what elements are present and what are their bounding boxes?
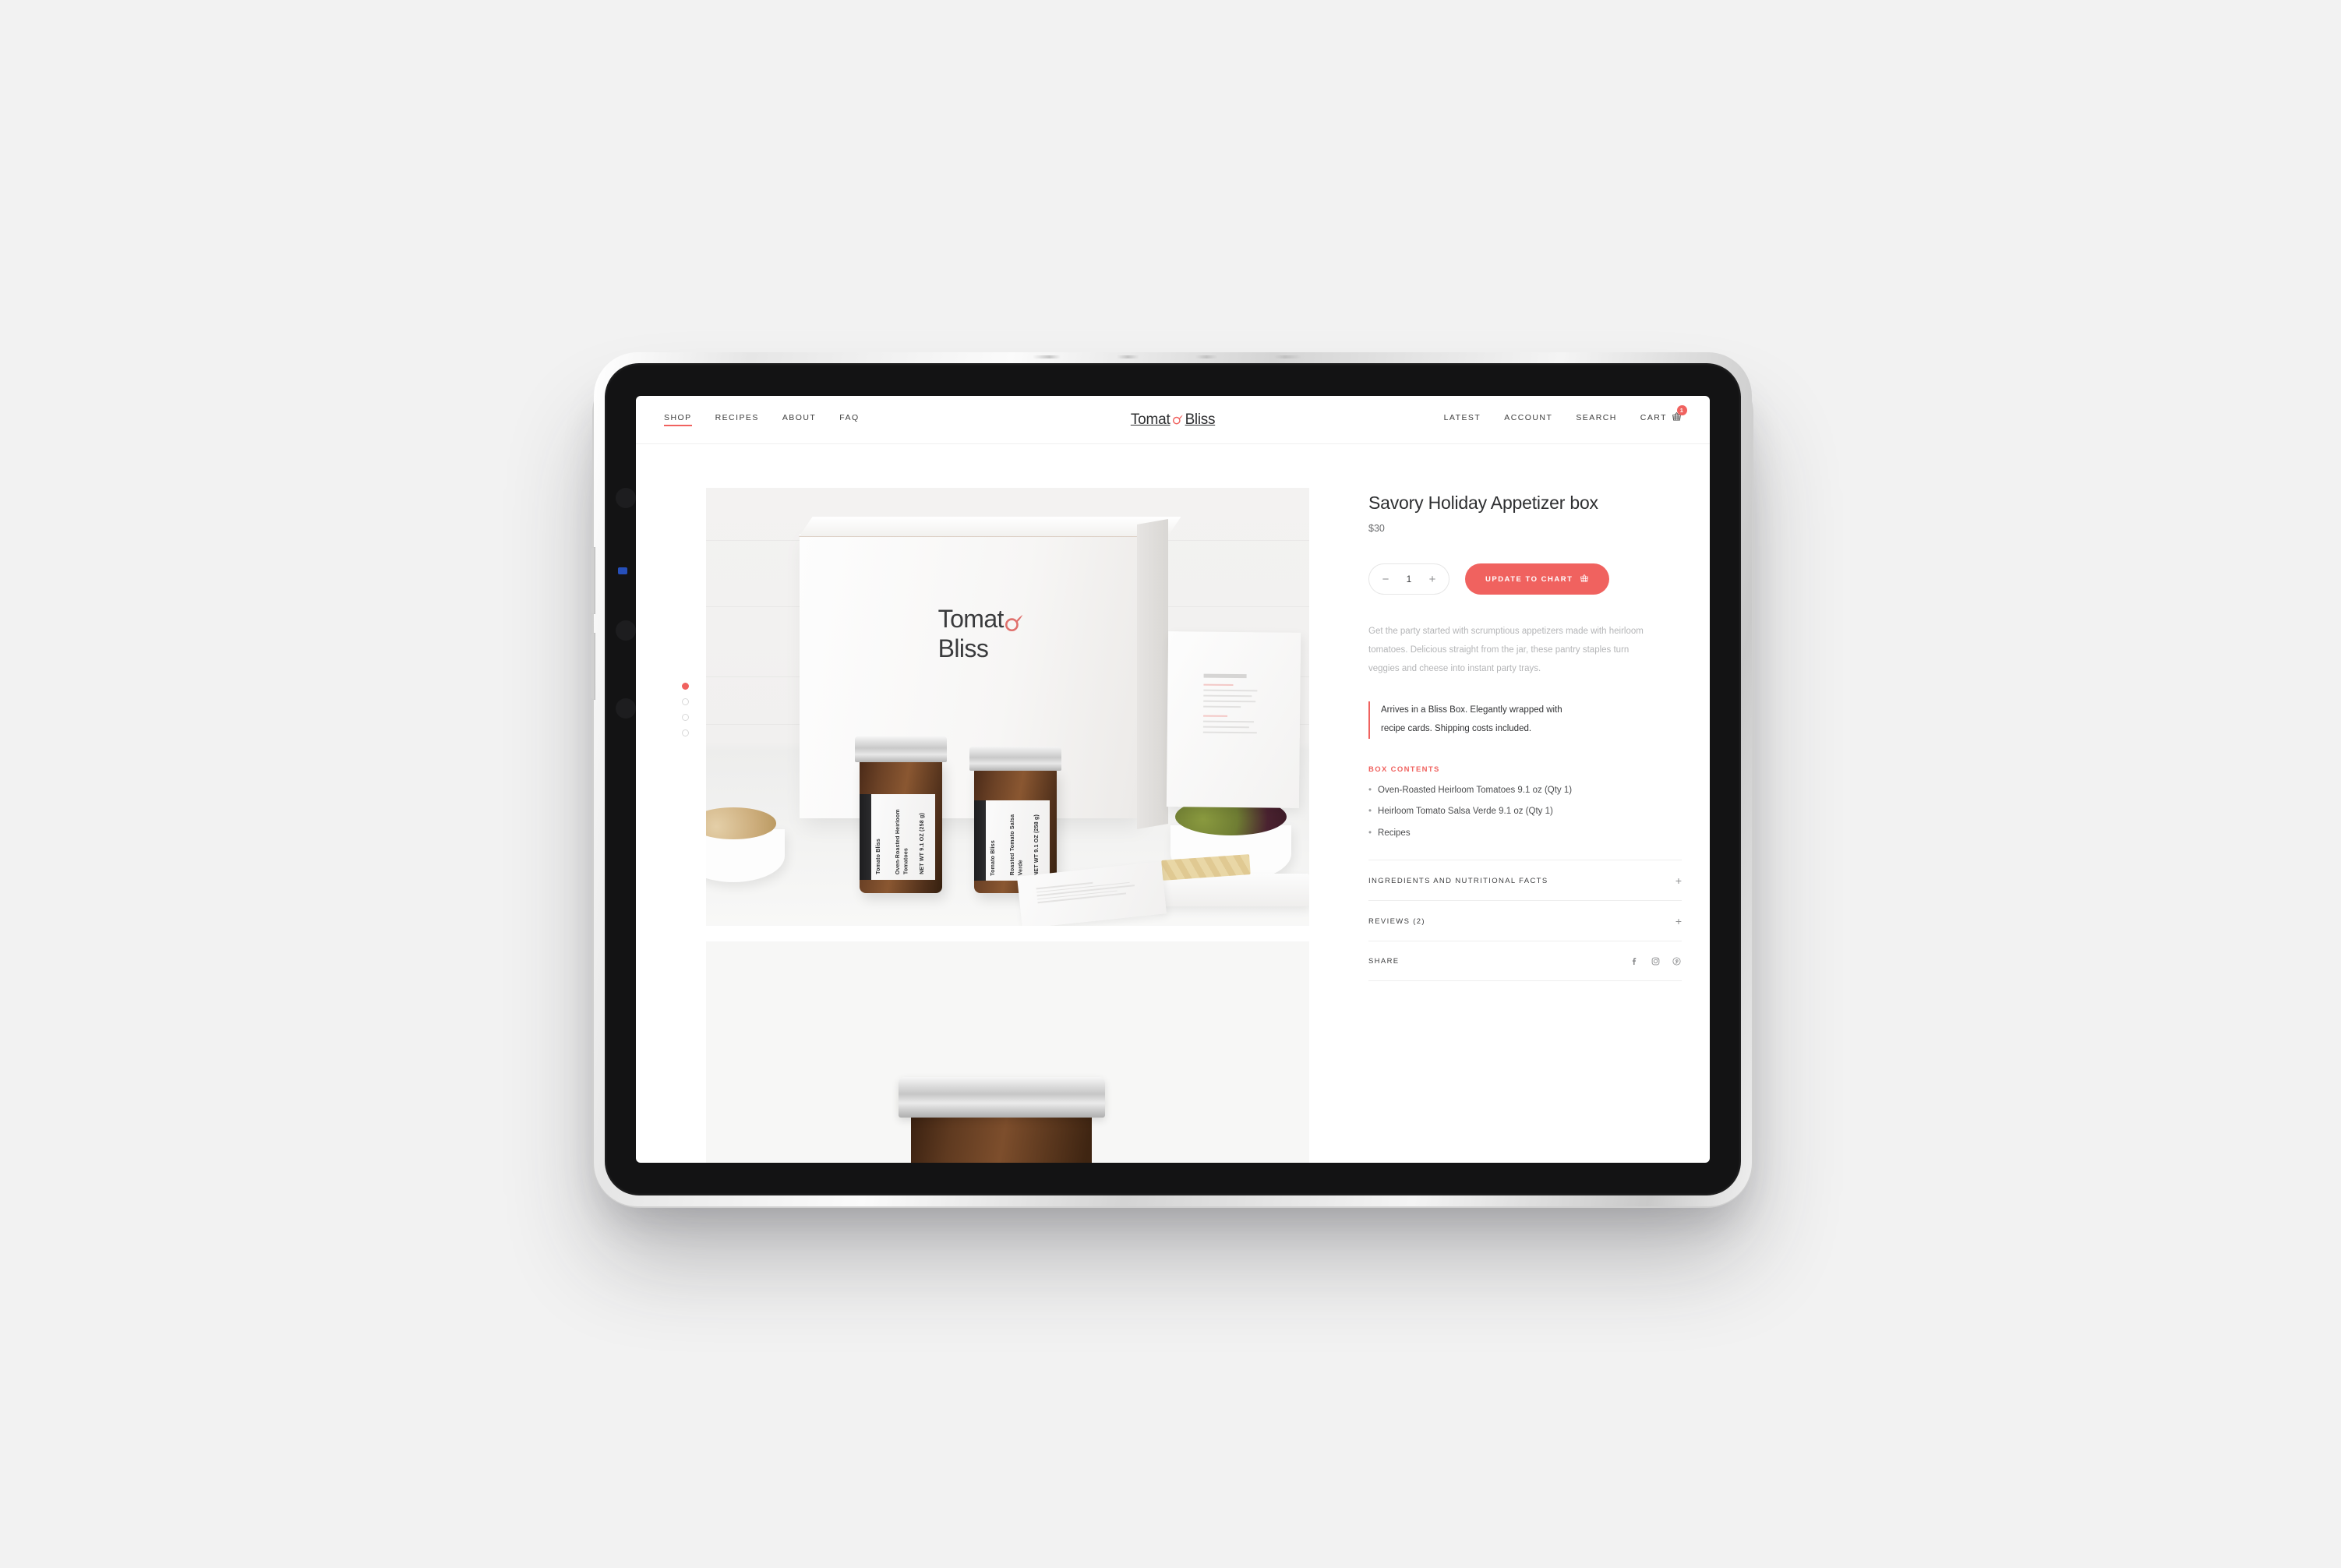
product-image-primary[interactable]: Tomat Bliss Tomato Bliss Oven-Roasted He…	[706, 488, 1309, 926]
site-logo[interactable]: Tomat Bliss	[1130, 411, 1216, 429]
product-photo-closeup: Bliss ted omatoes A colorful blend of va…	[706, 941, 1309, 1163]
jar-a-net: NET WT 9.1 OZ (258 g)	[919, 813, 925, 875]
tomato-o-icon	[1004, 609, 1024, 632]
box-logo-prefix: Tomat	[937, 605, 1005, 634]
shipping-callout: Arrives in a Bliss Box. Elegantly wrappe…	[1368, 701, 1587, 739]
bezel-speck	[616, 488, 636, 508]
gallery-slides: Tomat Bliss Tomato Bliss Oven-Roasted He…	[706, 488, 1309, 1163]
bezel-speck	[616, 698, 636, 719]
box-contents-heading: BOX CONTENTS	[1368, 765, 1440, 774]
add-to-cart-button[interactable]: UPDATE TO CHART	[1465, 563, 1610, 595]
quantity-stepper[interactable]: − 1 +	[1368, 563, 1449, 595]
bezel-speck	[616, 620, 636, 641]
box-contents-list: • Oven-Roasted Heirloom Tomatoes 9.1 oz …	[1368, 786, 1682, 839]
product-title: Savory Holiday Appetizer box	[1368, 493, 1598, 513]
share-row: SHARE	[1368, 941, 1682, 982]
jar-closeup: Bliss ted omatoes A colorful blend of va…	[898, 1077, 1105, 1163]
bullet-icon: •	[1368, 828, 1372, 838]
product-info: Savory Holiday Appetizer box $30 − 1 + U…	[1309, 488, 1682, 1163]
add-to-cart-label: UPDATE TO CHART	[1485, 574, 1573, 584]
accordion-reviews[interactable]: REVIEWS (2) +	[1368, 900, 1682, 941]
jar-b-name: Roasted Tomato Salsa Verde	[1009, 814, 1024, 876]
gallery-dot-4[interactable]	[681, 729, 689, 736]
tablet-device: SHOP RECIPES ABOUT FAQ Tomat Bliss LATES…	[591, 352, 1752, 1206]
basket-icon	[1580, 574, 1589, 585]
gallery-dot-2[interactable]	[681, 698, 689, 705]
gift-box: Tomat Bliss	[798, 517, 1181, 830]
share-label: SHARE	[1368, 957, 1400, 966]
jar-a-name: Oven-Roasted Heirloom Tomatoes	[895, 809, 909, 875]
nav-item-recipes[interactable]: RECIPES	[715, 413, 759, 426]
gallery-dot-3[interactable]	[681, 714, 689, 721]
cracker-tray	[1152, 873, 1309, 906]
purchase-controls: − 1 + UPDATE TO CHART	[1368, 563, 1682, 595]
bullet-icon: •	[1368, 807, 1372, 817]
gallery-dot-1[interactable]	[681, 683, 689, 690]
accordion-ingredients[interactable]: INGREDIENTS AND NUTRITIONAL FACTS +	[1368, 860, 1682, 900]
list-item: • Recipes	[1368, 828, 1411, 838]
list-item: • Heirloom Tomato Salsa Verde 9.1 oz (Qt…	[1368, 807, 1553, 817]
product-gallery: Tomat Bliss Tomato Bliss Oven-Roasted He…	[664, 488, 1309, 1163]
quantity-decrement-button[interactable]: −	[1374, 567, 1397, 591]
product-description: Get the party started with scrumptious a…	[1368, 627, 1644, 673]
share-icon-group	[1630, 956, 1682, 966]
jar-a-brand: Tomato Bliss	[876, 839, 882, 875]
instagram-icon[interactable]	[1651, 956, 1661, 966]
cart-label: CART	[1640, 413, 1667, 422]
jar-oven-roasted-tomatoes: Tomato Bliss Oven-Roasted Heirloom Tomat…	[855, 736, 947, 893]
product-accordions: INGREDIENTS AND NUTRITIONAL FACTS + REVI…	[1368, 860, 1682, 982]
cart-badge: 1	[1677, 405, 1687, 415]
quantity-increment-button[interactable]: +	[1421, 567, 1444, 591]
browser-viewport: SHOP RECIPES ABOUT FAQ Tomat Bliss LATES…	[636, 396, 1710, 1163]
nav-item-about[interactable]: ABOUT	[782, 413, 816, 426]
box-logo-line2: Bliss	[937, 634, 989, 663]
bezel-reflection	[618, 567, 627, 574]
jar-b-brand: Tomato Bliss	[990, 839, 997, 876]
recipe-card-standing	[1166, 631, 1301, 809]
logo-text-prefix: Tomat	[1130, 411, 1170, 428]
product-image-secondary[interactable]: Bliss ted omatoes A colorful blend of va…	[706, 941, 1309, 1163]
nav-item-cart[interactable]: CART 1	[1640, 405, 1687, 428]
quantity-value: 1	[1406, 574, 1412, 584]
tomato-o-icon	[1172, 412, 1184, 424]
accordion-reviews-label: REVIEWS (2)	[1368, 916, 1425, 926]
volume-down-button[interactable]	[591, 633, 595, 700]
plus-icon: +	[1675, 915, 1682, 928]
plus-icon: +	[1675, 874, 1682, 888]
volume-up-button[interactable]	[591, 547, 595, 614]
pinterest-icon[interactable]	[1672, 956, 1682, 966]
facebook-icon[interactable]	[1630, 956, 1640, 966]
nav-item-latest[interactable]: LATEST	[1444, 413, 1481, 426]
logo-text-suffix: Bliss	[1185, 411, 1216, 428]
primary-navigation: SHOP RECIPES ABOUT FAQ	[664, 413, 860, 426]
nav-item-account[interactable]: ACCOUNT	[1504, 413, 1552, 426]
bowl-of-nuts	[706, 807, 785, 882]
accordion-ingredients-label: INGREDIENTS AND NUTRITIONAL FACTS	[1368, 876, 1548, 885]
site-header: SHOP RECIPES ABOUT FAQ Tomat Bliss LATES…	[636, 396, 1710, 444]
utility-navigation: LATEST ACCOUNT SEARCH CART 1	[1444, 405, 1687, 428]
list-item: • Oven-Roasted Heirloom Tomatoes 9.1 oz …	[1368, 785, 1573, 795]
bullet-icon: •	[1368, 785, 1372, 795]
nav-item-faq[interactable]: FAQ	[839, 413, 859, 426]
gallery-pagination-dots	[664, 488, 706, 1163]
product-detail: Tomat Bliss Tomato Bliss Oven-Roasted He…	[636, 444, 1710, 1163]
screen-bezel: SHOP RECIPES ABOUT FAQ Tomat Bliss LATES…	[605, 363, 1741, 1195]
jar-b-net: NET WT 9.1 OZ (258 g)	[1033, 814, 1040, 876]
nav-item-search[interactable]: SEARCH	[1576, 413, 1616, 426]
box-logo: Tomat Bliss	[938, 605, 1024, 664]
product-photo-scene: Tomat Bliss Tomato Bliss Oven-Roasted He…	[706, 488, 1309, 926]
nav-item-shop[interactable]: SHOP	[664, 413, 692, 426]
product-price: $30	[1368, 523, 1385, 534]
